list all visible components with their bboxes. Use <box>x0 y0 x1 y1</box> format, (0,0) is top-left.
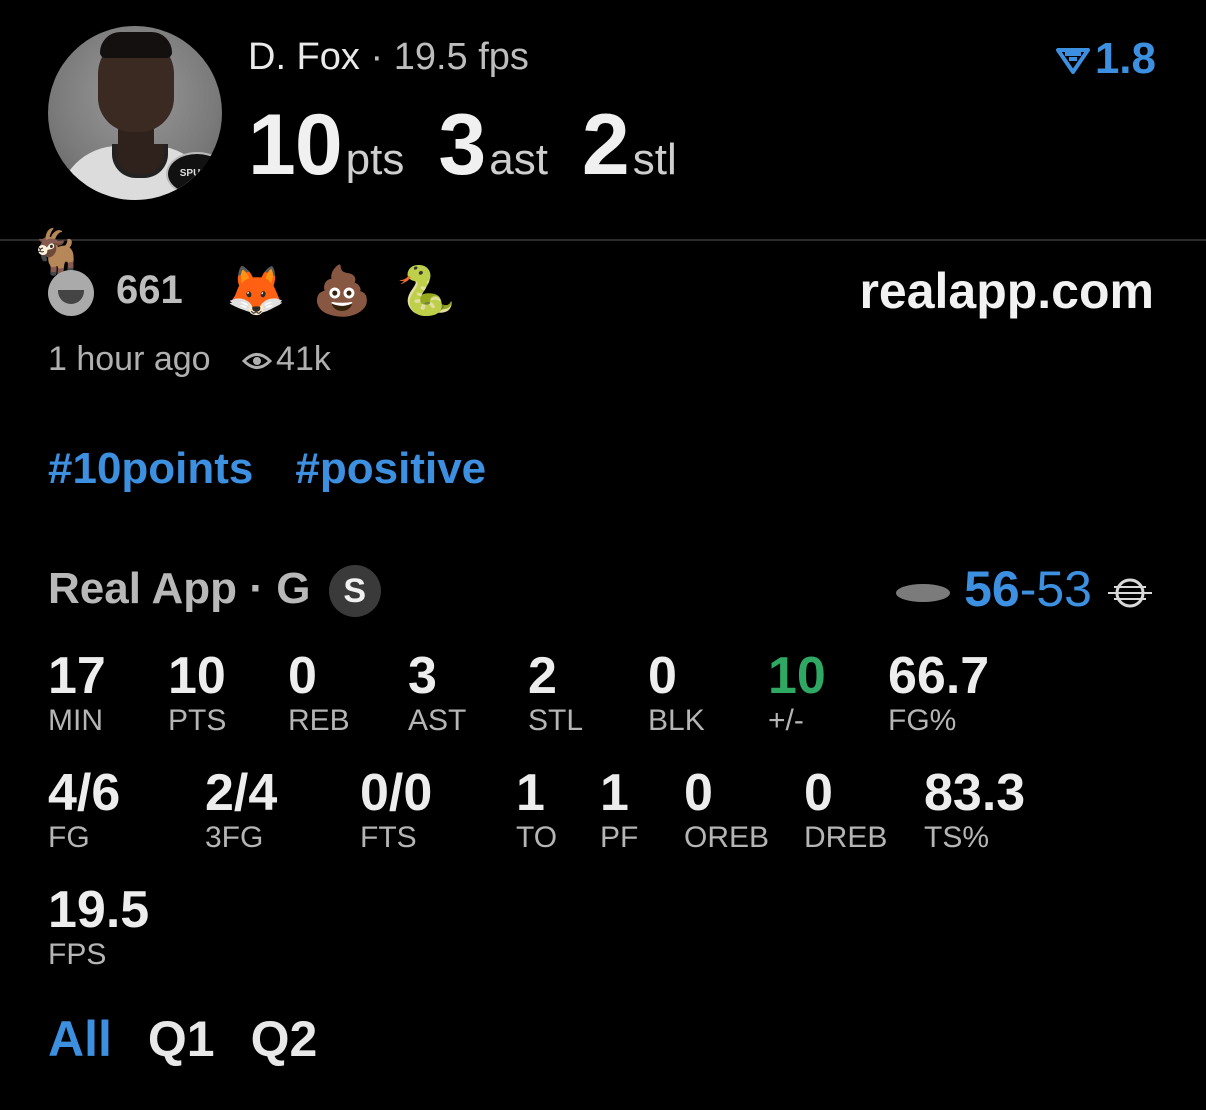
post-time: 1 hour ago <box>48 340 211 378</box>
site-link[interactable]: realapp.com <box>859 262 1154 320</box>
stat-value: 0 <box>684 764 713 822</box>
period-tabs: All Q1 Q2 <box>48 1010 353 1068</box>
game-source: Real App · G S <box>48 564 381 618</box>
rating-value: 1.8 <box>1094 34 1156 83</box>
score-home: 56 <box>964 561 1020 617</box>
title-separator: · <box>370 36 384 78</box>
stat-value: 17 <box>48 647 106 705</box>
player-name[interactable]: D. Fox <box>248 36 360 78</box>
stat-label: FG% <box>888 704 957 737</box>
view-count-group: 41k <box>242 340 331 378</box>
team-logo-badge: SPURS <box>166 152 222 196</box>
player-position: G <box>276 564 311 613</box>
stat-cell: 0 BLK <box>648 648 705 738</box>
stat-cell: 3 AST <box>408 648 466 738</box>
headline-stat-unit: ast <box>489 135 548 184</box>
view-count: 41k <box>276 340 331 378</box>
poop-icon[interactable]: 💩 <box>312 262 372 319</box>
stat-cell: 66.7 FG% <box>888 648 989 738</box>
stat-value: 2/4 <box>205 764 278 822</box>
player-title: D. Fox · 19.5 fps <box>248 36 529 79</box>
player-avatar[interactable]: SPURS <box>48 26 222 200</box>
spurs-logo-icon <box>896 583 951 602</box>
stat-label: TO <box>516 821 558 854</box>
stat-value: 10 <box>168 647 226 705</box>
stat-value: 0 <box>804 764 833 822</box>
stat-label: 3FG <box>205 821 264 854</box>
stat-label: PTS <box>168 704 227 737</box>
stat-value: 66.7 <box>888 647 990 705</box>
stat-cell: 10 +/- <box>768 648 826 738</box>
stat-cell: 1 PF <box>600 765 638 855</box>
stat-value: 0 <box>648 647 677 705</box>
stat-cell: 19.5 FPS <box>48 882 149 972</box>
stat-cell: 83.3 TS% <box>924 765 1025 855</box>
snake-icon[interactable]: 🐍 <box>396 262 456 319</box>
source-name[interactable]: Real App <box>48 564 237 613</box>
hashtag-link[interactable]: #positive <box>295 444 486 493</box>
stat-value: 2 <box>528 647 557 705</box>
tab-all[interactable]: All <box>48 1011 112 1067</box>
stat-cell: 4/6 FG <box>48 765 120 855</box>
stat-label: +/- <box>768 704 804 737</box>
stat-label: MIN <box>48 704 103 737</box>
eye-icon <box>242 353 273 370</box>
stat-label: FPS <box>48 938 107 971</box>
okc-logo-icon <box>1108 578 1152 608</box>
stat-label: DREB <box>804 821 888 854</box>
stat-value: 1 <box>516 764 545 822</box>
down-arrow-icon <box>1055 48 1090 75</box>
stat-label: FTS <box>360 821 417 854</box>
stat-cell: 10 PTS <box>168 648 226 738</box>
fox-icon[interactable]: 🦊 <box>226 262 286 319</box>
stat-label: REB <box>288 704 350 737</box>
score-away: 53 <box>1036 561 1092 617</box>
stat-cell: 0/0 FTS <box>360 765 432 855</box>
stat-cell: 2 STL <box>528 648 583 738</box>
stat-cell: 0 OREB <box>684 765 769 855</box>
stat-value: 10 <box>768 647 826 705</box>
stat-value: 83.3 <box>924 764 1026 822</box>
headline-stat-unit: stl <box>632 135 677 184</box>
headline-stat-value: 2 <box>581 97 630 193</box>
rating-badge[interactable]: 1.8 <box>1055 34 1156 84</box>
player-fps: 19.5 fps <box>393 36 529 78</box>
stat-label: OREB <box>684 821 770 854</box>
stat-cell: 0 REB <box>288 648 350 738</box>
stat-cell: 17 MIN <box>48 648 106 738</box>
stat-cell: 0 DREB <box>804 765 887 855</box>
header-divider <box>0 239 1206 241</box>
headline-stat-unit: pts <box>345 135 405 184</box>
stat-label: PF <box>600 821 639 854</box>
stat-value: 19.5 <box>48 881 150 939</box>
stat-label: BLK <box>648 704 705 737</box>
stat-value: 0/0 <box>360 764 433 822</box>
stat-value: 4/6 <box>48 764 121 822</box>
hashtag-link[interactable]: #10points <box>48 444 253 493</box>
stat-value: 1 <box>600 764 629 822</box>
team-badge: S <box>328 565 381 618</box>
stat-label: AST <box>408 704 467 737</box>
avatar-hair <box>100 32 172 58</box>
headline-stat-value: 3 <box>438 97 486 193</box>
game-score[interactable]: 56-53 <box>896 560 1154 618</box>
post-meta: 1 hour ago 41k <box>48 340 331 379</box>
tab-q1[interactable]: Q1 <box>148 1011 215 1067</box>
score-separator: - <box>1019 561 1037 617</box>
stat-label: TS% <box>924 821 990 854</box>
stat-cell: 1 TO <box>516 765 557 855</box>
source-separator: · <box>249 564 264 613</box>
stat-label: FG <box>48 821 90 854</box>
reaction-count[interactable]: 661 <box>116 268 183 313</box>
tab-q2[interactable]: Q2 <box>251 1011 318 1067</box>
stat-label: STL <box>528 704 584 737</box>
headline-stat-value: 10 <box>248 97 343 193</box>
hashtag-list: #10points #positive <box>48 444 528 494</box>
stat-value: 0 <box>288 647 317 705</box>
add-reaction-icon[interactable] <box>48 270 94 316</box>
stat-value: 3 <box>408 647 437 705</box>
headline-statline: 10pts 3ast 2stl <box>248 96 711 193</box>
stat-cell: 2/4 3FG <box>205 765 277 855</box>
